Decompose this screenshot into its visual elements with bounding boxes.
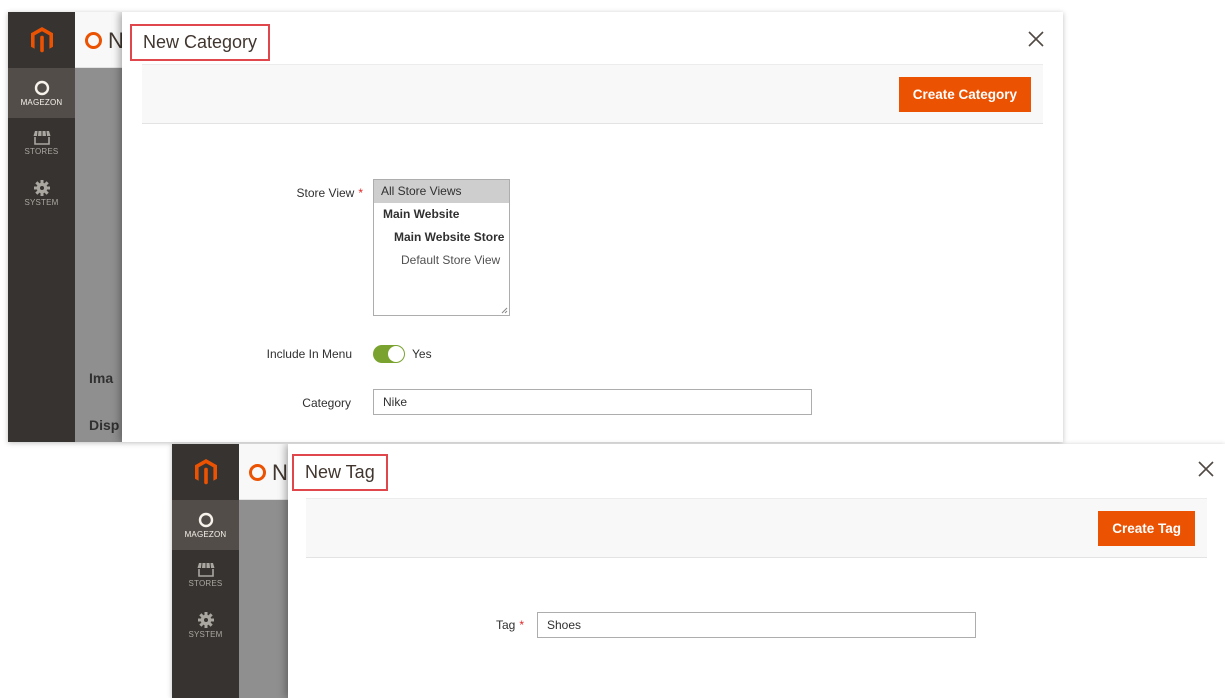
- sidebar-item-label: STORES: [24, 147, 59, 156]
- modal-title: New Category: [130, 24, 271, 61]
- modal-actions-bar: Create Tag: [306, 498, 1207, 558]
- sidebar-item-label: STORES: [188, 579, 223, 588]
- category-input[interactable]: Nike: [373, 389, 812, 415]
- include-in-menu-value: Yes: [412, 347, 432, 361]
- sidebar-item-magezon[interactable]: MAGEZON: [172, 500, 239, 550]
- admin-sidebar: MAGEZON STORES SYSTEM: [8, 12, 75, 442]
- sidebar-item-stores[interactable]: STORES: [8, 118, 75, 168]
- store-view-multiselect[interactable]: All Store Views Main Website Main Websit…: [373, 179, 510, 316]
- sidebar-item-label: SYSTEM: [24, 197, 59, 207]
- required-marker: *: [358, 186, 363, 200]
- store-icon: [33, 130, 50, 145]
- tag-label-text: Tag: [495, 618, 516, 632]
- sidebar-item-label: MAGEZON: [20, 97, 63, 107]
- new-tag-screenshot: MAGEZON STORES SYSTEM N New Tag Create T…: [172, 444, 1225, 698]
- sidebar-item-system[interactable]: SYSTEM: [172, 600, 239, 650]
- store-icon: [197, 562, 214, 577]
- gear-icon: [197, 611, 214, 628]
- create-category-button[interactable]: Create Category: [898, 77, 1031, 112]
- store-view-option[interactable]: Default Store View: [374, 249, 509, 272]
- required-marker: *: [519, 618, 524, 632]
- close-icon[interactable]: [1195, 458, 1217, 480]
- admin-sidebar: MAGEZON STORES SYSTEM: [172, 444, 239, 698]
- store-view-label: Store View *: [242, 186, 363, 200]
- magezon-ring-icon: [85, 32, 102, 49]
- include-in-menu-toggle[interactable]: [373, 345, 405, 363]
- toggle-knob: [388, 346, 404, 362]
- modal-title: New Tag: [292, 454, 388, 491]
- sidebar-item-system[interactable]: SYSTEM: [8, 168, 75, 218]
- tag-input[interactable]: Shoes: [537, 612, 976, 638]
- magento-logo-icon[interactable]: [8, 12, 75, 68]
- sidebar-item-stores[interactable]: STORES: [172, 550, 239, 600]
- store-view-label-text: Store View: [296, 186, 355, 200]
- close-icon[interactable]: [1025, 28, 1047, 50]
- magezon-ring-icon: [249, 464, 266, 481]
- gear-icon: [33, 179, 50, 196]
- magezon-ring-icon: [34, 80, 49, 95]
- store-view-option[interactable]: All Store Views: [374, 180, 509, 203]
- resize-grip-icon[interactable]: [501, 307, 508, 314]
- behind-page-title: N: [272, 460, 288, 485]
- magezon-ring-icon: [198, 512, 213, 527]
- magento-logo-icon[interactable]: [172, 444, 239, 500]
- modal-actions-bar: Create Category: [142, 64, 1043, 124]
- new-tag-modal: New Tag Create Tag Tag * Shoes: [288, 444, 1225, 698]
- tag-label: Tag *: [438, 618, 524, 632]
- category-label: Category: [302, 396, 351, 410]
- sidebar-item-magezon[interactable]: MAGEZON: [8, 68, 75, 118]
- sidebar-item-label: SYSTEM: [188, 629, 223, 639]
- new-category-modal: New Category Create Category Store View *…: [122, 12, 1063, 442]
- store-view-option[interactable]: Main Website Store: [374, 226, 509, 249]
- sidebar-item-label: MAGEZON: [184, 529, 227, 539]
- create-tag-button[interactable]: Create Tag: [1098, 511, 1195, 546]
- new-category-screenshot: MAGEZON STORES SYSTEM N Ima Disp New Cat…: [8, 12, 1063, 442]
- include-in-menu-label: Include In Menu: [266, 347, 352, 361]
- store-view-option[interactable]: Main Website: [374, 203, 509, 226]
